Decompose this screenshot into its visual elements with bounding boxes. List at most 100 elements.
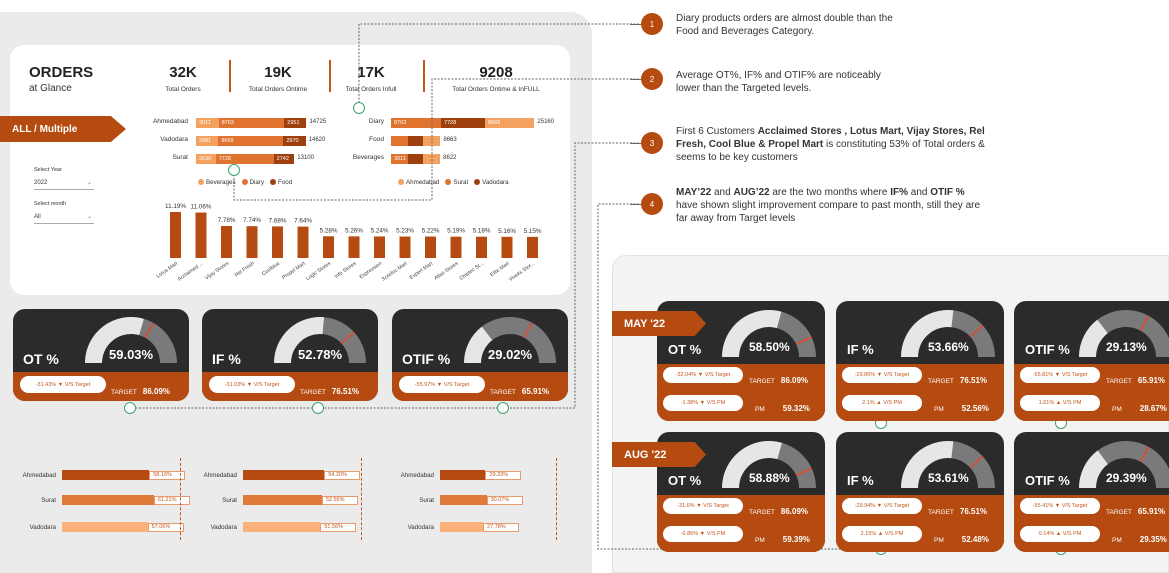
vs-target-pill: -55.41% ▼ V/S Target	[1020, 498, 1100, 514]
city-rate-bar	[62, 522, 148, 532]
gauge-card: OT % 59.03% -31.43% ▼ V/S Target TARGET 86.0…	[13, 309, 189, 401]
month-gauge-card: IF % 53.61% -29.94% ▼ V/S Target TARGET 76.5…	[836, 432, 1004, 552]
year-slicer[interactable]: 2022 ⌄	[34, 176, 94, 190]
city-bar-segment: 8669	[218, 136, 284, 146]
pm-value: 28.67%	[1139, 404, 1167, 413]
customer-bar-label: 7.74%	[243, 217, 261, 224]
gauge-value: 29.13%	[1106, 340, 1147, 354]
pm-label: PM	[934, 537, 944, 544]
category-total-label: 25160	[537, 119, 555, 125]
customer-bar-label: 5.26%	[345, 227, 363, 234]
divider-dashed	[361, 458, 362, 540]
vs-target-pill: -32.04% ▼ V/S Target	[663, 367, 743, 383]
legend-item: Food	[270, 179, 292, 186]
note-text: Average OT%, IF% and OTIF% are noticeabl…	[676, 70, 881, 94]
category-bar-segment	[423, 154, 441, 164]
customer-bar	[246, 226, 258, 258]
city-rate-bar	[243, 522, 321, 532]
target-readout: TARGET 76.51%	[928, 507, 987, 516]
vs-pm-pill: -0.86% ▼ V/S PM	[663, 526, 743, 542]
vs-target-pill: -31.6% ▼ V/S Target	[663, 498, 743, 514]
customer-bar	[476, 236, 487, 258]
pm-value: 29.35%	[1139, 535, 1167, 544]
city-rate-label: Surat	[419, 497, 434, 504]
vs-pm-pill: 1.61% ▲ V/S PM	[1020, 395, 1100, 411]
target-value: 76.51%	[959, 376, 988, 385]
connector-dot	[497, 402, 509, 414]
month-gauge-card: OTIF % 29.13% -55.81% ▼ V/S Target TARGET 65…	[1014, 301, 1169, 421]
city-rate-label: Vadodara	[407, 524, 434, 531]
city-rate-value: 29.33%	[485, 470, 522, 480]
note-text: MAY’22 and AUG’22 are the two months whe…	[676, 187, 981, 224]
target-label: TARGET	[749, 509, 775, 516]
city-rate-value: 30.07%	[486, 495, 523, 505]
legend-item: Surat	[445, 179, 468, 186]
customer-name-label: Expression	[359, 261, 384, 281]
city-rate-value: 52.55%	[321, 495, 358, 505]
chevron-down-icon: ⌄	[86, 214, 92, 220]
pm-label: PM	[934, 406, 944, 413]
kpi-otif-value: 9208	[479, 64, 513, 81]
city-label: Surat	[172, 154, 188, 161]
legend-swatch	[474, 179, 481, 186]
gauge-name: IF %	[212, 351, 241, 367]
city-rate-bar	[440, 522, 484, 532]
vs-target-pill: -31.03% ▼ V/S Target	[209, 376, 295, 393]
customer-name-label: Sorefoz Mart	[381, 260, 409, 282]
city-rate-bar	[62, 470, 150, 480]
note-connector	[630, 143, 641, 144]
customer-bar-label: 5.19%	[447, 228, 465, 235]
kpi-infull-label: Total Orders Infull	[345, 86, 397, 93]
pm-readout: PM 52.48%	[934, 535, 989, 544]
gauge-value: 53.61%	[928, 471, 969, 485]
vs-target-pill: -31.43% ▼ V/S Target	[20, 376, 106, 393]
city-rate-bar	[440, 495, 487, 505]
gauge-value: 52.78%	[298, 347, 343, 362]
month-slicer-label: Select month	[34, 201, 67, 207]
kpi-divider	[229, 60, 231, 92]
customer-name-label: Propel Mart	[281, 260, 307, 281]
customer-share-chart: 11.19% Lotus Mart 11.06% Acclaimed ... 7.78%…	[156, 203, 542, 283]
target-label: TARGET	[490, 389, 516, 396]
orders-title: ORDERS	[29, 64, 94, 81]
note-text: First 6 Customers Acclaimed Stores , Lot…	[676, 126, 985, 163]
pm-label: PM	[755, 537, 765, 544]
city-bar-segment: 3011	[196, 118, 219, 128]
city-rate-label: Surat	[41, 497, 56, 504]
city-rate-label: Ahmedabad	[203, 472, 237, 479]
customer-bar-label: 5.22%	[422, 228, 440, 235]
customer-bar-label: 11.06%	[191, 204, 212, 211]
target-value: 86.09%	[780, 376, 809, 385]
target-readout: TARGET 86.09%	[749, 507, 808, 516]
note-connector	[630, 79, 641, 80]
customer-bar-label: 11.19%	[165, 203, 186, 210]
city-rate-label: Vadodara	[29, 524, 56, 531]
customer-bar	[348, 236, 360, 258]
month-slicer[interactable]: All ⌄	[34, 210, 94, 224]
connector-dot	[353, 102, 365, 114]
customer-bar-label: 5.15%	[524, 228, 542, 235]
pm-readout: PM 59.39%	[755, 535, 810, 544]
target-label: TARGET	[111, 389, 137, 396]
customer-name-label: Rel Fresh	[234, 261, 256, 279]
legend-label: Vadodara	[482, 179, 509, 186]
dashboard: { "orders":{"title":"ORDERS","subtitle":…	[0, 0, 1169, 573]
pm-value: 52.56%	[961, 404, 989, 413]
legend-swatch	[398, 179, 404, 186]
target-value: 65.91%	[521, 387, 550, 396]
pm-readout: PM 29.35%	[1112, 535, 1167, 544]
category-label: Beverages	[352, 154, 384, 161]
target-label: TARGET	[1106, 378, 1132, 385]
filter-tag: ALL / Multiple	[0, 116, 126, 142]
vs-target-pill: -29.94% ▼ V/S Target	[842, 498, 922, 514]
legend-swatch	[270, 179, 277, 186]
month-tag: MAY '22	[612, 311, 706, 336]
city-total-label: 13100	[297, 155, 314, 161]
year-slicer-label: Select Year	[34, 167, 62, 173]
kpi-infull-value: 17K	[357, 64, 385, 81]
customer-name-label: Elite Mart	[489, 260, 511, 278]
gauge-name: OTIF %	[1025, 473, 1070, 488]
city-total-label: 14725	[309, 119, 327, 125]
pm-value: 59.39%	[782, 535, 810, 544]
target-readout: TARGET 76.51%	[928, 376, 987, 385]
